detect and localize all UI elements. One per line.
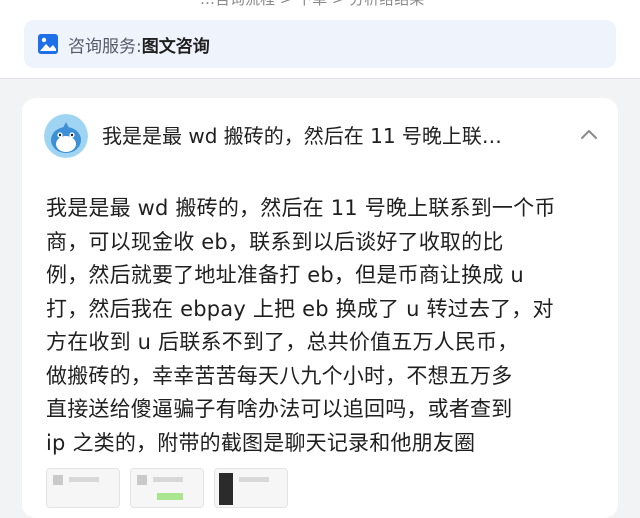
service-value: 图文咨询 [141,36,210,57]
attachment-thumb-moments[interactable] [214,468,288,508]
question-title[interactable]: 我是是最 wd 搬砖的，然后在 11 号晚上联… [102,122,532,150]
service-card: 咨询服务: 图文咨询 [0,8,640,78]
question-card: 我是是最 wd 搬砖的，然后在 11 号晚上联… 我是是最 wd 搬砖的，然后在… [22,98,618,518]
image-icon [38,34,58,54]
question-line: 方在收到 u 后联系不到了，总共价值五万人民币， [46,330,519,354]
question-line: 做搬砖的，幸幸苦苦每天八九个小时，不想五万多 [46,363,513,388]
question-line: 直接送给傻逼骗子有啥办法可以追回吗，或者查到 [46,397,513,421]
question-line: 例，然后就要了地址准备打 eb，但是币商让换成 u [46,263,524,287]
section-divider [0,78,640,79]
attachment-list [46,468,606,508]
question-line: 商，可以现金收 eb，联系到以后谈好了收取的比 [46,229,504,254]
breadcrumb: …咨询流程 > 下单 > 分析给结果 [200,0,424,8]
service-label: 咨询服务: [68,36,142,57]
breadcrumb-strip: …咨询流程 > 下单 > 分析给结果 [0,0,640,8]
question-line: 打，然后我在 ebpay 上把 eb 换成了 u 转过去了，对 [46,296,554,321]
attachment-thumb-chat-2[interactable] [130,468,204,508]
attachment-thumb-chat-1[interactable] [46,468,120,508]
question-body: 我是是最 wd 搬砖的，然后在 11 号晚上联系到一个币 商，可以现金收 eb，… [46,192,602,460]
chevron-up-icon[interactable] [578,124,600,146]
shark-avatar-icon [44,114,88,158]
question-line: ip 之类的，附带的截图是聊天记录和他朋友圈 [46,430,476,455]
service-pill: 咨询服务: 图文咨询 [24,20,616,68]
question-line: 我是是最 wd 搬砖的，然后在 11 号晚上联系到一个币 [46,196,556,220]
